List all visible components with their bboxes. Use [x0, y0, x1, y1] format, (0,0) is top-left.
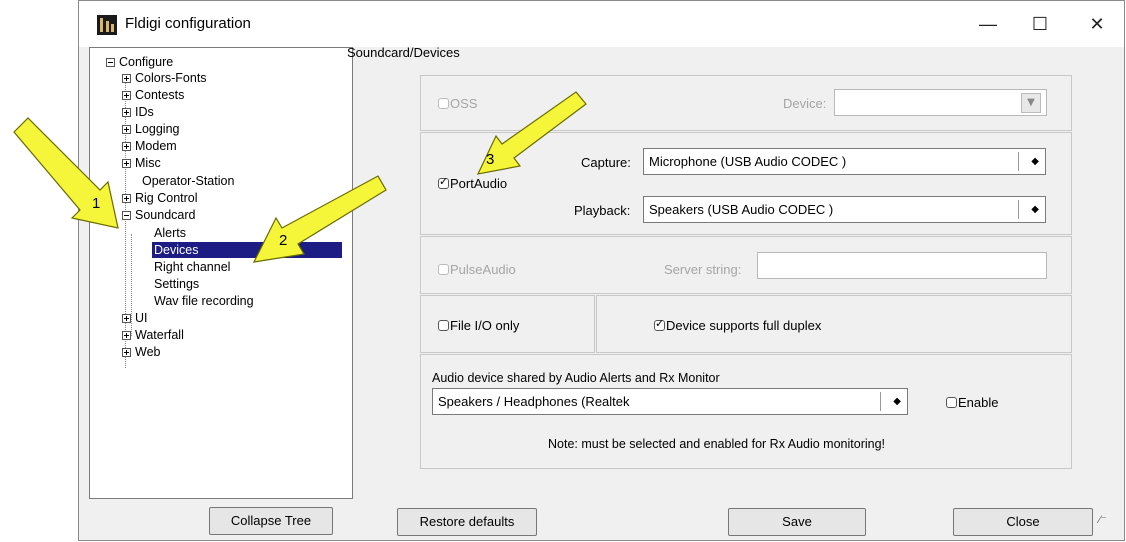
arrow-3-label: 3 — [486, 151, 494, 168]
arrow-2-icon — [252, 175, 387, 263]
arrow-1-label: 1 — [92, 195, 100, 212]
arrow-2-label: 2 — [279, 232, 287, 249]
arrow-1-icon — [13, 117, 119, 229]
annotation-arrows: 1 2 3 — [13, 91, 587, 263]
